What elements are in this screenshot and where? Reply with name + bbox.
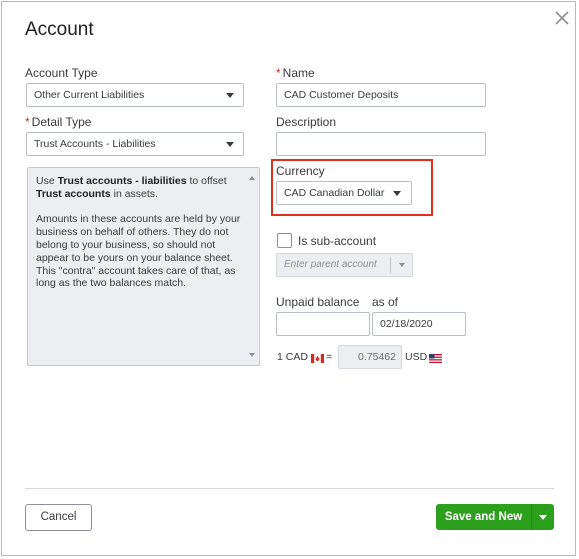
chevron-down-icon bbox=[226, 93, 234, 98]
equals-sign: = bbox=[326, 351, 333, 363]
chevron-down-icon bbox=[226, 142, 234, 147]
close-icon[interactable] bbox=[553, 9, 571, 27]
parent-account-select: Enter parent account bbox=[276, 253, 413, 277]
account-type-value: Other Current Liabilities bbox=[34, 89, 145, 101]
currency-label: Currency bbox=[276, 164, 325, 178]
name-input[interactable]: CAD Customer Deposits bbox=[276, 83, 486, 107]
as-of-date-input[interactable]: 02/18/2020 bbox=[372, 312, 466, 336]
detail-type-select[interactable]: Trust Accounts - Liabilities bbox=[26, 132, 244, 156]
detail-type-description-box[interactable]: Use Trust accounts - liabilities to offs… bbox=[27, 167, 260, 366]
currency-select[interactable]: CAD Canadian Dollar bbox=[276, 181, 412, 205]
sub-account-label: Is sub-account bbox=[298, 234, 377, 248]
scroll-down-icon[interactable] bbox=[249, 353, 255, 357]
exchange-from-label: 1 CAD bbox=[277, 351, 308, 363]
help-bold-text: Trust accounts bbox=[36, 187, 111, 200]
description-input[interactable] bbox=[276, 132, 486, 156]
required-mark: * bbox=[276, 66, 281, 80]
save-options-dropdown-button[interactable] bbox=[531, 504, 554, 530]
chevron-down-icon bbox=[393, 191, 401, 196]
help-text: Use bbox=[36, 175, 58, 187]
save-and-new-button[interactable]: Save and New bbox=[436, 504, 531, 530]
select-divider bbox=[390, 257, 391, 273]
help-paragraph-1: Use Trust accounts - liabilities to offs… bbox=[36, 175, 246, 201]
exchange-rate-row: 1 CAD bbox=[277, 345, 308, 369]
account-dialog: Account Account Type Other Current Liabi… bbox=[1, 1, 576, 556]
unpaid-balance-input[interactable] bbox=[276, 312, 370, 336]
footer-divider bbox=[25, 488, 554, 489]
required-mark: * bbox=[25, 115, 30, 129]
scroll-up-icon[interactable] bbox=[249, 176, 255, 180]
as-of-label: as of bbox=[372, 295, 399, 309]
name-label: * Name bbox=[276, 66, 315, 80]
help-text: in assets. bbox=[110, 187, 158, 200]
sub-account-checkbox[interactable] bbox=[277, 233, 292, 248]
currency-value: CAD Canadian Dollar bbox=[284, 187, 385, 199]
us-flag-icon bbox=[429, 350, 442, 363]
cancel-button[interactable]: Cancel bbox=[25, 504, 92, 531]
help-text: to offset bbox=[186, 175, 227, 187]
account-type-label: Account Type bbox=[25, 66, 98, 80]
unpaid-balance-label: Unpaid balance bbox=[276, 295, 360, 309]
canada-flag-icon bbox=[311, 350, 324, 363]
description-label: Description bbox=[276, 115, 337, 129]
exchange-to-label: USD bbox=[405, 351, 428, 363]
dialog-title: Account bbox=[25, 19, 94, 40]
detail-type-label: * Detail Type bbox=[25, 115, 91, 129]
detail-type-label-text: Detail Type bbox=[31, 115, 92, 129]
parent-account-placeholder: Enter parent account bbox=[284, 259, 377, 270]
name-label-text: Name bbox=[282, 66, 315, 80]
account-type-select[interactable]: Other Current Liabilities bbox=[26, 83, 244, 107]
chevron-down-icon bbox=[399, 263, 405, 267]
detail-type-value: Trust Accounts - Liabilities bbox=[34, 138, 156, 150]
chevron-down-icon bbox=[539, 515, 547, 520]
help-bold-text: Trust accounts - liabilities bbox=[57, 175, 187, 187]
exchange-rate-input: 0.75462 bbox=[338, 345, 402, 369]
detail-type-description: Use Trust accounts - liabilities to offs… bbox=[36, 175, 246, 303]
help-paragraph-2: Amounts in these accounts are held by yo… bbox=[36, 213, 241, 290]
